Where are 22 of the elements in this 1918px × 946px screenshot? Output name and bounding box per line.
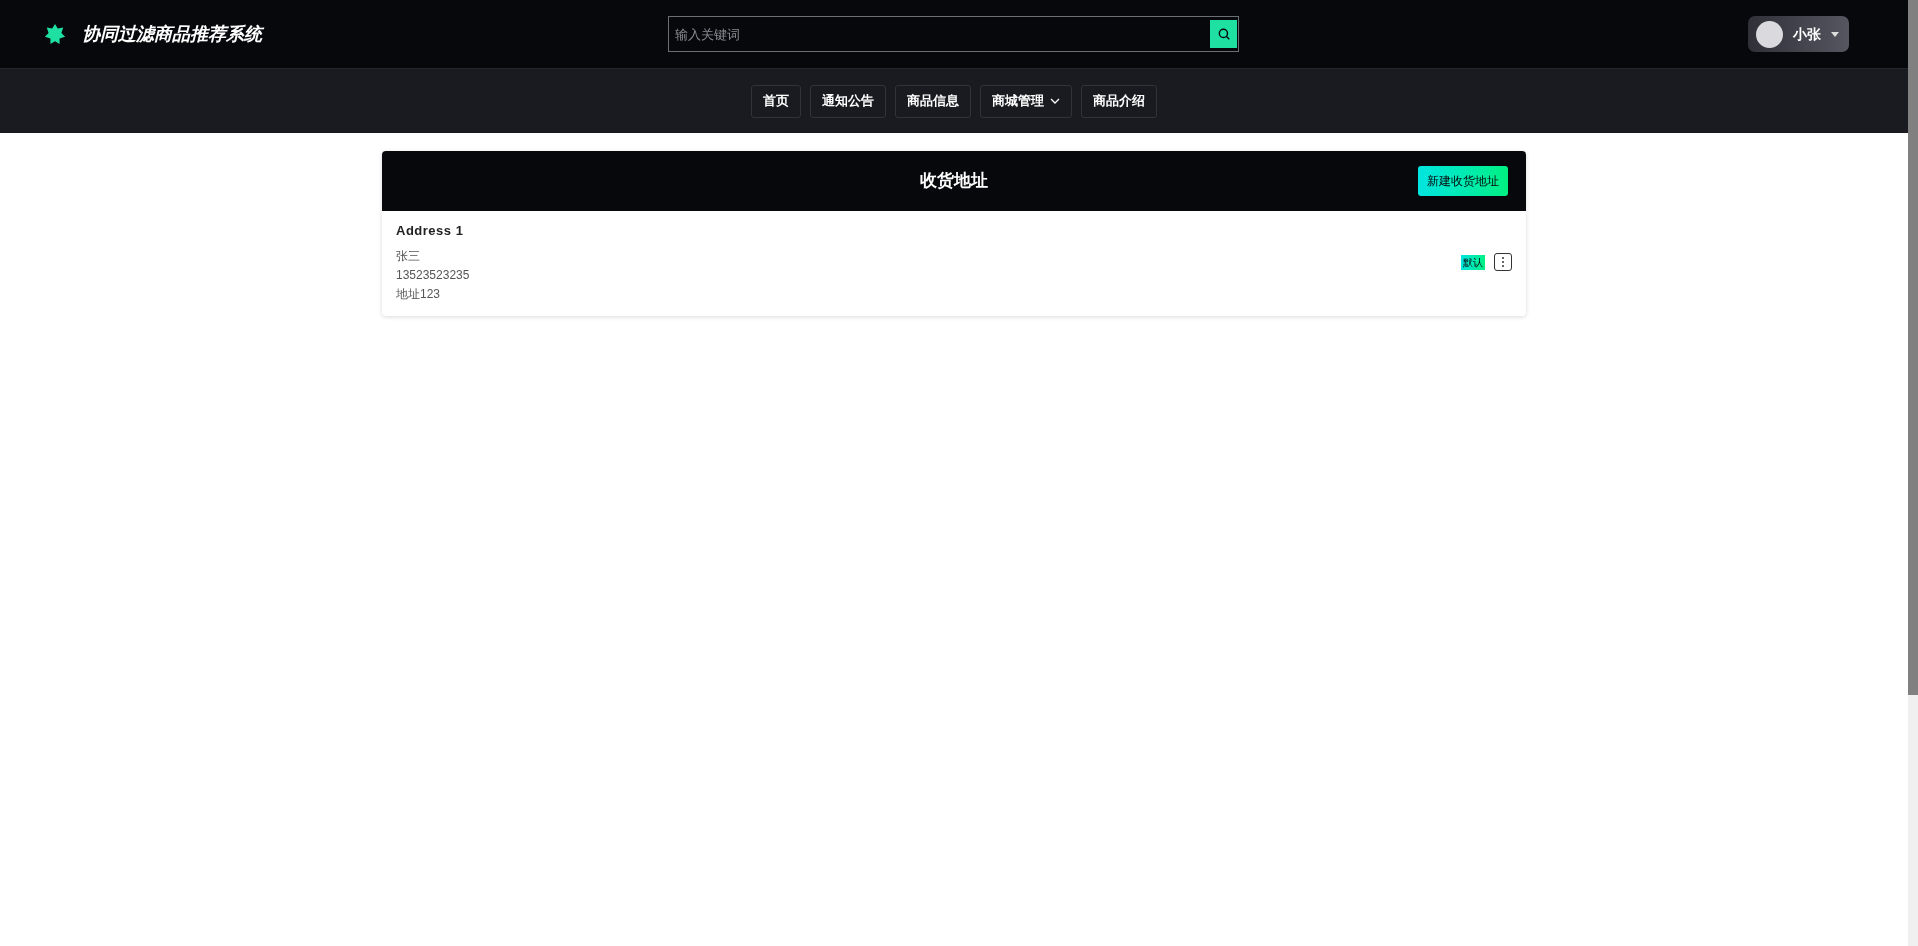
address-title: Address 1 (396, 222, 465, 240)
nav-link[interactable]: 首页 (751, 84, 801, 118)
card-title: 收货地址 (920, 170, 988, 193)
phone-number: 13523523235 (396, 266, 471, 284)
search-icon (1216, 27, 1231, 41)
site-title: 协同过滤商品推荐系统 (82, 22, 262, 46)
search-button[interactable] (1210, 20, 1237, 48)
nav-dropdown[interactable]: 商城管理 (980, 84, 1072, 118)
scrollbar[interactable] (1908, 0, 1918, 946)
new-address-button[interactable]: 新建收货地址 (1418, 166, 1508, 196)
chevron-down-icon (1050, 98, 1060, 104)
address-text: 地址123 (396, 285, 442, 303)
nav-link[interactable]: 通知公告 (810, 84, 886, 118)
search-field[interactable]: 输入关键词 (668, 16, 1239, 52)
user-menu-button[interactable]: 小张 (1748, 16, 1849, 52)
nav-link[interactable]: 商品信息 (895, 84, 971, 118)
more-options-button[interactable] (1494, 253, 1512, 272)
recipient-name: 张三 (396, 247, 421, 265)
caret-icon (1831, 31, 1839, 37)
default-badge: 默认 (1461, 254, 1485, 270)
avatar-placeholder (1756, 20, 1783, 48)
nav-link[interactable]: 商品介绍 (1081, 84, 1157, 118)
